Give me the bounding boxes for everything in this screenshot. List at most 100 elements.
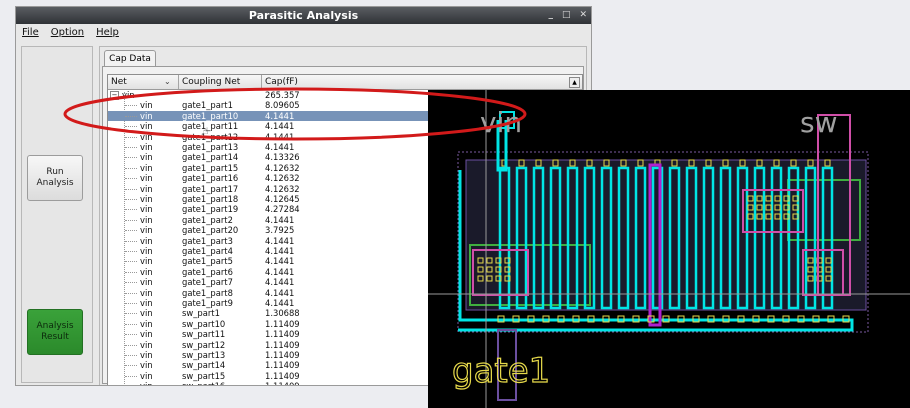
row-net: vin <box>140 277 153 288</box>
row-net: vin <box>140 308 153 319</box>
scroll-up-icon[interactable]: ▲ <box>569 77 580 88</box>
row-net: vin <box>140 246 153 256</box>
row-coupling-net: gate1_part5 <box>182 256 233 267</box>
row-coupling-net: gate1_part3 <box>182 235 233 246</box>
row-coupling-net: gate1_part15 <box>182 162 239 173</box>
row-net: vin <box>140 287 153 298</box>
tree-branch <box>125 292 137 294</box>
tree-branch <box>125 303 137 304</box>
row-cap: 4.1441 <box>265 266 295 277</box>
row-coupling-net: sw_part14 <box>182 360 226 371</box>
row-coupling-net: sw_part13 <box>182 350 226 360</box>
tree-branch <box>125 157 137 159</box>
row-cap: 1.11409 <box>265 318 300 329</box>
row-cap: 4.1441 <box>265 287 295 298</box>
row-coupling-net: gate1_part20 <box>182 225 239 236</box>
row-net: vin <box>140 225 153 236</box>
tree-branch <box>125 219 137 221</box>
menu-help[interactable]: Help <box>96 27 119 38</box>
row-net: vin <box>140 204 153 215</box>
tree-branch <box>125 209 137 211</box>
row-cap: 3.7925 <box>265 225 295 236</box>
tree-branch <box>125 355 137 356</box>
tree-branch <box>125 323 137 325</box>
row-net: vin <box>140 298 153 308</box>
tree-branch <box>125 375 137 377</box>
row-coupling-net: gate1_part8 <box>182 287 233 298</box>
row-coupling-net: gate1_part14 <box>182 152 239 163</box>
menu-file[interactable]: File <box>22 27 39 38</box>
tree-branch <box>125 344 137 346</box>
tree-branch <box>125 230 137 232</box>
row-cap: 1.11409 <box>265 370 300 381</box>
run-analysis-label: Run Analysis <box>36 167 74 188</box>
window-titlebar[interactable]: Parasitic Analysis _ □ ✕ <box>16 7 591 24</box>
tree-branch <box>125 271 137 273</box>
maximize-icon[interactable]: □ <box>562 7 571 24</box>
row-net: vin <box>140 360 153 371</box>
row-net: vin <box>140 152 153 163</box>
row-cap: 4.1441 <box>265 235 295 246</box>
row-cap: 4.1441 <box>265 214 295 225</box>
analysis-result-button[interactable]: Analysis Result <box>27 309 83 355</box>
row-coupling-net: sw_part1 <box>182 308 220 319</box>
row-coupling-net: gate1_part7 <box>182 277 233 288</box>
minimize-icon[interactable]: _ <box>548 7 553 24</box>
row-coupling-net: gate1_part6 <box>182 266 233 277</box>
row-net: vin <box>140 339 153 350</box>
row-coupling-net: gate1_part18 <box>182 194 239 204</box>
row-coupling-net: gate1_part4 <box>182 246 233 256</box>
row-cap: 4.12632 <box>265 183 300 194</box>
menu-option[interactable]: Option <box>51 27 84 38</box>
row-cap: 4.27284 <box>265 204 300 215</box>
row-coupling-net: gate1_part19 <box>182 204 239 215</box>
gate1-label: gate1 <box>452 351 550 391</box>
row-cap: 4.12632 <box>265 162 300 173</box>
row-cap: 4.1441 <box>265 277 295 288</box>
row-net: vin <box>140 256 153 267</box>
tree-branch <box>125 251 137 252</box>
row-net: vin <box>140 183 153 194</box>
row-net: vin <box>140 266 153 277</box>
row-coupling-net: gate1_part17 <box>182 183 239 194</box>
row-cap: 1.11409 <box>265 329 300 340</box>
close-icon[interactable]: ✕ <box>579 7 587 24</box>
row-net: vin <box>140 194 153 204</box>
row-net: vin <box>140 318 153 329</box>
row-coupling-net: gate1_part9 <box>182 298 233 308</box>
tree-branch <box>125 199 137 200</box>
row-cap: 1.30688 <box>265 308 300 319</box>
row-coupling-net: sw_part15 <box>182 370 226 381</box>
row-cap: 4.1441 <box>265 298 295 308</box>
window-controls: _ □ ✕ <box>548 7 587 24</box>
row-cap: 4.13326 <box>265 152 300 163</box>
row-net: vin <box>140 214 153 225</box>
row-cap: 1.11409 <box>265 381 300 385</box>
row-net: vin <box>140 173 153 184</box>
row-coupling-net: sw_part11 <box>182 329 226 340</box>
annotation-ellipse <box>63 87 527 141</box>
row-coupling-net: sw_part10 <box>182 318 226 329</box>
tree-branch <box>125 365 137 367</box>
row-coupling-net: sw_part16 <box>182 381 225 385</box>
tree-branch <box>125 178 137 180</box>
red-highlight-ellipse <box>63 87 527 141</box>
row-cap: 1.11409 <box>265 339 300 350</box>
tree-branch <box>125 334 137 336</box>
row-net: vin <box>140 329 153 340</box>
row-net: vin <box>140 370 153 381</box>
row-cap: 4.1441 <box>265 246 295 256</box>
row-cap: 4.1441 <box>265 256 295 267</box>
analysis-result-label: Analysis Result <box>36 321 74 342</box>
tree-branch <box>125 188 137 190</box>
run-analysis-button[interactable]: Run Analysis <box>27 155 83 201</box>
tree-branch <box>125 167 137 169</box>
row-cap: 4.12645 <box>265 194 300 204</box>
row-coupling-net: gate1_part16 <box>182 173 239 184</box>
tree-branch <box>125 261 137 263</box>
menu-bar: File Option Help <box>16 24 591 41</box>
tab-cap-data[interactable]: Cap Data <box>104 50 156 67</box>
tree-branch <box>125 147 137 148</box>
row-coupling-net: sw_part12 <box>182 339 226 350</box>
tree-branch <box>125 282 137 284</box>
